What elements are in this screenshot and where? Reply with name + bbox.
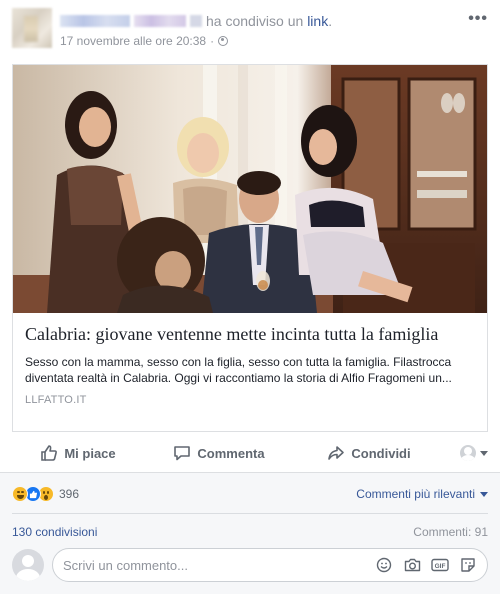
comment-icon [174, 446, 191, 461]
link-preview-body[interactable]: Calabria: giovane ventenne mette incinta… [13, 313, 487, 431]
post-meta: 17 novembre alle ore 20:38 · [60, 34, 229, 48]
comment-composer: GIF [12, 547, 488, 583]
author-name-redacted-3 [190, 15, 202, 27]
svg-text:GIF: GIF [435, 563, 446, 570]
share-label: Condividi [351, 445, 411, 461]
comment-count: Commenti: 91 [413, 525, 488, 539]
audience-selector[interactable] [444, 436, 488, 470]
gif-icon[interactable]: GIF [431, 556, 449, 574]
comment-input[interactable] [63, 557, 365, 573]
like-label: Mi piace [64, 445, 116, 461]
share-icon [328, 446, 345, 460]
trailing-dot: . [328, 13, 333, 29]
link-title[interactable]: Calabria: giovane ventenne mette incinta… [25, 323, 475, 345]
author-name-redacted-2[interactable] [134, 15, 186, 27]
author-name-redacted[interactable] [60, 15, 130, 27]
reactions-summary[interactable]: 396 [12, 485, 79, 503]
comment-sort-dropdown[interactable]: Commenti più rilevanti [356, 487, 488, 501]
chevron-down-icon [480, 450, 488, 456]
comment-box[interactable]: GIF [52, 548, 488, 582]
divider [12, 513, 488, 514]
post-header: ha condiviso un link. 17 novembre alle o… [12, 8, 488, 52]
link-preview-card[interactable]: Calabria: giovane ventenne mette incinta… [12, 64, 488, 432]
post-action-bar: Mi piace Commenta Condividi [12, 436, 488, 470]
camera-icon[interactable] [403, 556, 421, 574]
thumbs-up-icon [41, 445, 58, 461]
comment-sort-label: Commenti più rilevanti [356, 487, 475, 501]
link-description: Sesso con la mamma, sesso con la figlia,… [25, 355, 452, 385]
globe-icon[interactable] [218, 36, 229, 46]
comment-button[interactable]: Commenta [144, 436, 294, 470]
haha-reaction-icon [12, 486, 28, 502]
link-word[interactable]: link [307, 13, 328, 29]
link-domain: LLFATTO.IT [25, 394, 87, 406]
composer-icons: GIF [365, 556, 477, 574]
reaction-count[interactable]: 396 [59, 487, 79, 501]
comment-label: Commenta [197, 445, 265, 461]
emoji-icon[interactable] [375, 556, 393, 574]
author-line: ha condiviso un link. [60, 12, 332, 30]
meta-separator: · [210, 34, 215, 48]
like-button[interactable]: Mi piace [12, 436, 144, 470]
comments-panel: 396 Commenti più rilevanti 130 condivisi… [0, 472, 500, 594]
chevron-down-icon [480, 491, 488, 497]
avatar [12, 549, 44, 581]
link-preview-image[interactable] [13, 65, 487, 313]
sticker-icon[interactable] [459, 556, 477, 574]
author-avatar[interactable] [12, 8, 52, 48]
share-button[interactable]: Condividi [294, 436, 444, 470]
share-count-link[interactable]: 130 condivisioni [12, 525, 97, 539]
more-options-icon[interactable]: ••• [468, 10, 488, 28]
post-timestamp[interactable]: 17 novembre alle ore 20:38 [60, 34, 206, 48]
audience-avatar-icon [460, 445, 476, 461]
shared-text: ha condiviso un [206, 13, 304, 29]
